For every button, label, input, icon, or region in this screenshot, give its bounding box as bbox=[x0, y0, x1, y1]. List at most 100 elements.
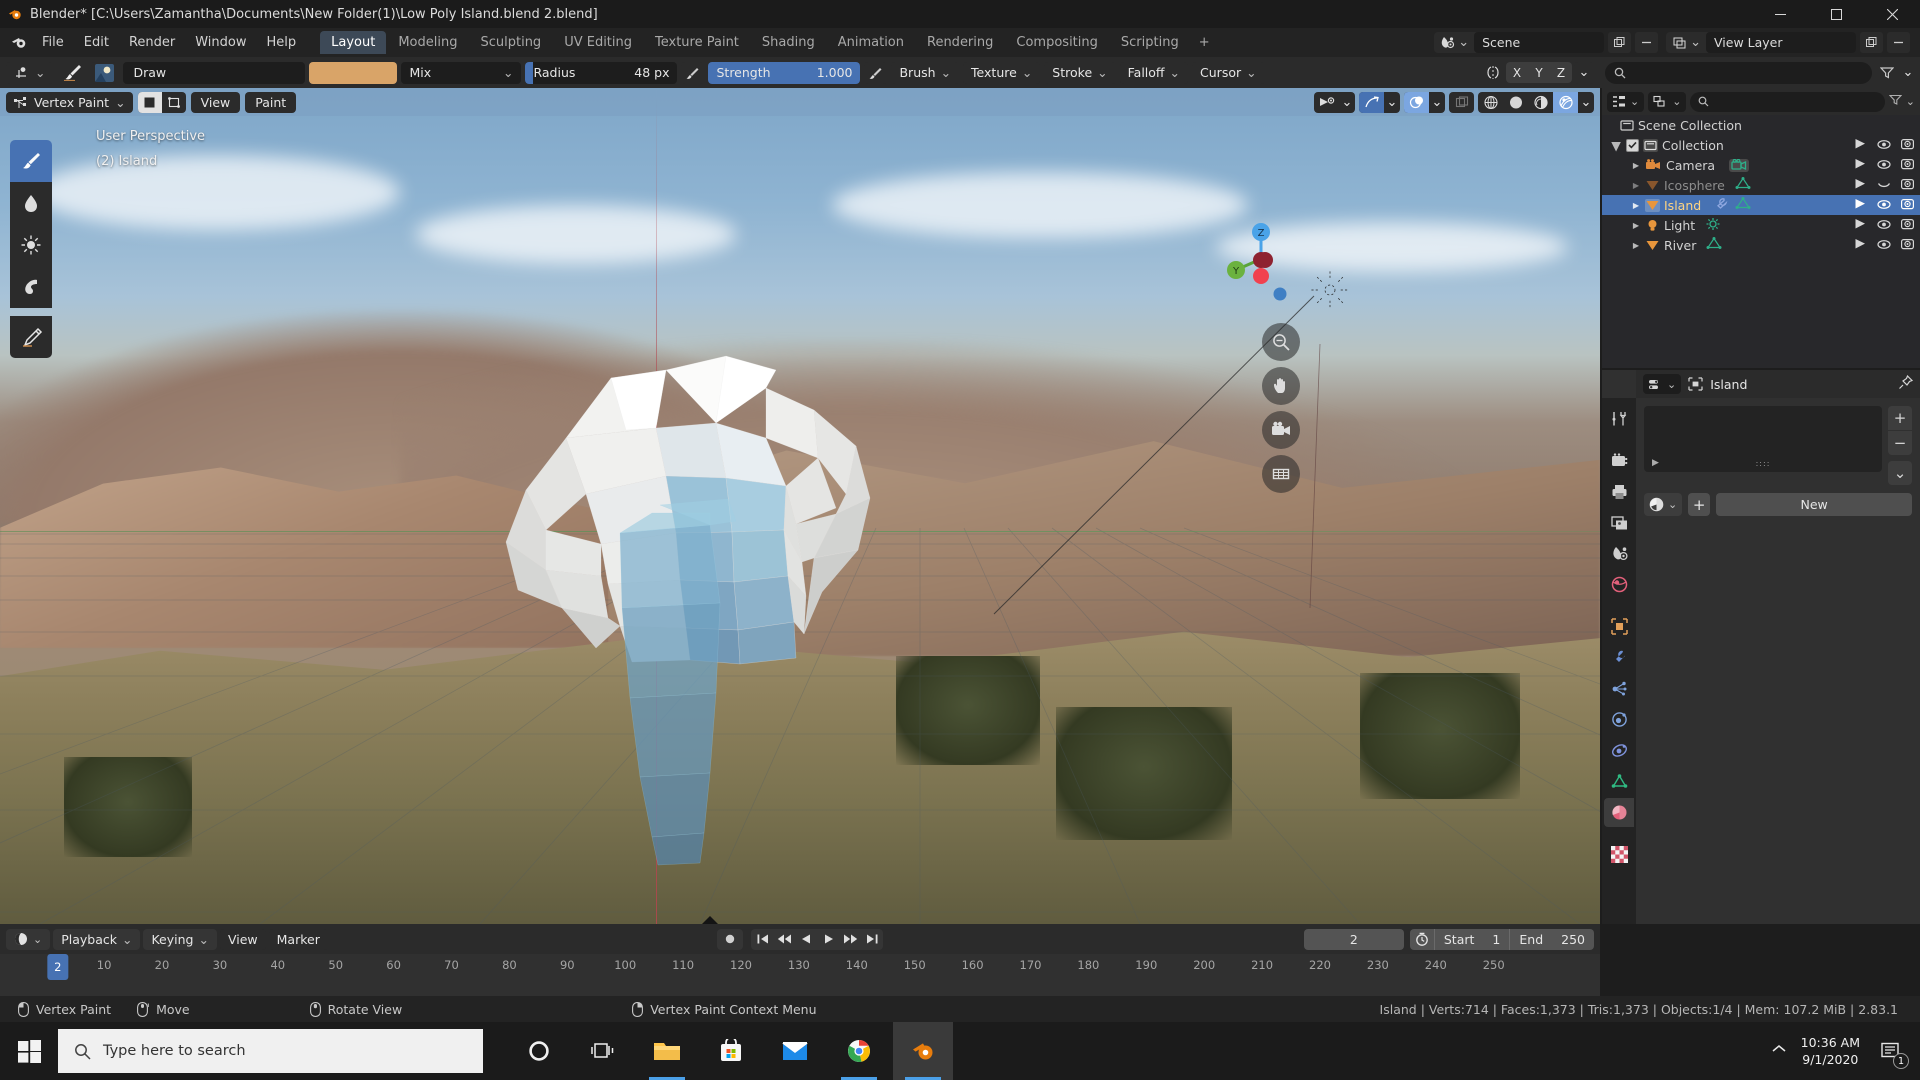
expand-triangle-icon[interactable]: ▶ bbox=[1630, 221, 1642, 230]
radius-pressure-toggle[interactable] bbox=[681, 61, 705, 84]
brush-thumbnail[interactable] bbox=[91, 61, 118, 84]
microsoft-store-icon[interactable] bbox=[701, 1022, 761, 1080]
modifier-icon[interactable] bbox=[1713, 197, 1729, 213]
properties-editor[interactable]: ⌄ Island ▶:::: + − ⌄ ⌄ + New bbox=[1602, 370, 1920, 924]
minimize-button[interactable] bbox=[1752, 0, 1808, 28]
chrome-icon[interactable] bbox=[829, 1022, 889, 1080]
tab-render[interactable] bbox=[1604, 446, 1634, 475]
tool-average-brush[interactable] bbox=[10, 224, 52, 266]
symmetry-axis-x[interactable]: X bbox=[1506, 62, 1528, 83]
use-preview-range-icon[interactable] bbox=[1410, 932, 1434, 946]
hide-in-viewport-icon[interactable] bbox=[1877, 238, 1891, 253]
expand-triangle-icon[interactable]: ▼ bbox=[1610, 138, 1622, 153]
file-explorer-icon[interactable] bbox=[637, 1022, 697, 1080]
view-layer-name-field[interactable]: View Layer bbox=[1706, 32, 1856, 53]
selectable-toggle-icon[interactable] bbox=[1854, 218, 1867, 233]
remove-scene-button[interactable] bbox=[1635, 32, 1659, 53]
timeline-view-menu[interactable]: View bbox=[219, 928, 266, 950]
show-overlays-icon[interactable] bbox=[1404, 91, 1429, 113]
hide-in-viewport-icon[interactable] bbox=[1877, 218, 1891, 233]
wireframe-shading-icon[interactable] bbox=[1478, 92, 1503, 113]
pin-id-icon[interactable] bbox=[1898, 374, 1914, 394]
outliner-filter-chevron-icon[interactable]: ⌄ bbox=[1906, 95, 1915, 108]
light-data-icon[interactable] bbox=[1705, 217, 1721, 234]
mesh-data-icon[interactable] bbox=[1706, 237, 1722, 253]
tab-view-layer[interactable] bbox=[1604, 508, 1634, 537]
remove-material-slot-button[interactable]: − bbox=[1888, 431, 1912, 455]
scene-selector[interactable]: ⌄ Scene bbox=[1434, 32, 1605, 53]
symmetry-icon[interactable] bbox=[1481, 62, 1504, 84]
outliner-row-light[interactable]: ▶ Light bbox=[1602, 215, 1920, 235]
add-workspace-button[interactable]: + bbox=[1191, 31, 1218, 54]
brush-icon[interactable] bbox=[57, 62, 87, 84]
mail-icon[interactable] bbox=[765, 1022, 825, 1080]
3d-viewport[interactable]: Vertex Paint ⌄ View Paint ⌄ ⌄ ⌄ ⌄ User P… bbox=[0, 88, 1600, 924]
outliner-row-camera[interactable]: ▶ Camera bbox=[1602, 155, 1920, 175]
hide-in-viewport-icon[interactable] bbox=[1877, 138, 1891, 153]
tool-draw-brush[interactable] bbox=[10, 140, 52, 182]
taskbar-search-input[interactable]: Type here to search bbox=[58, 1029, 483, 1073]
auto-keying-toggle[interactable] bbox=[717, 928, 743, 950]
cursor-menu[interactable]: Cursor ⌄ bbox=[1192, 61, 1265, 84]
workspace-tab-uv-editing[interactable]: UV Editing bbox=[553, 31, 643, 54]
mesh-data-icon[interactable] bbox=[1735, 197, 1751, 213]
light-gizmo[interactable] bbox=[1310, 270, 1350, 310]
workspace-tab-layout[interactable]: Layout bbox=[320, 31, 387, 54]
show-gizmo-icon[interactable] bbox=[1359, 91, 1384, 113]
tab-world[interactable] bbox=[1604, 570, 1634, 599]
tool-preset-selector[interactable]: ⌄ bbox=[6, 61, 54, 84]
properties-editor-type-selector[interactable]: ⌄ bbox=[1643, 374, 1682, 394]
tab-constraints[interactable] bbox=[1604, 736, 1634, 765]
toggle-orthographic-icon[interactable] bbox=[1262, 455, 1300, 493]
outliner-editor-type-selector[interactable]: ⌄ bbox=[1607, 91, 1645, 112]
current-frame-field[interactable]: 2 bbox=[1303, 928, 1404, 950]
outliner-search-input[interactable] bbox=[1690, 91, 1885, 112]
notification-center-icon[interactable]: 1 bbox=[1874, 1034, 1909, 1069]
outliner-row-river[interactable]: ▶ River bbox=[1602, 235, 1920, 255]
blender-logo-icon[interactable] bbox=[6, 35, 32, 50]
add-material-button[interactable]: + bbox=[1688, 493, 1711, 516]
scene-dropdown-chevron[interactable]: ⌄ bbox=[1458, 35, 1474, 50]
blend-mode-selector[interactable]: Mix ⌄ bbox=[401, 61, 522, 84]
zoom-view-icon[interactable] bbox=[1262, 323, 1300, 361]
menu-edit[interactable]: Edit bbox=[74, 32, 119, 53]
blender-icon[interactable] bbox=[893, 1022, 953, 1080]
list-expand-triangle-icon[interactable]: ▶ bbox=[1652, 458, 1659, 468]
hidden-in-viewport-icon[interactable] bbox=[1877, 178, 1891, 193]
face-select-mask-toggle[interactable] bbox=[137, 91, 162, 113]
tool-annotate[interactable] bbox=[10, 316, 52, 358]
mesh-data-icon[interactable] bbox=[1735, 177, 1751, 193]
start-button[interactable] bbox=[0, 1022, 58, 1080]
camera-gizmo[interactable] bbox=[660, 916, 760, 924]
hide-in-viewport-icon[interactable] bbox=[1877, 198, 1891, 213]
strength-slider[interactable]: Strength 1.000 bbox=[708, 61, 861, 84]
vertex-select-mask-toggle[interactable] bbox=[162, 92, 186, 113]
end-frame-field[interactable]: End 250 bbox=[1509, 928, 1594, 950]
tab-material[interactable] bbox=[1604, 798, 1634, 827]
disable-in-renders-icon[interactable] bbox=[1901, 178, 1915, 193]
workspace-tab-scripting[interactable]: Scripting bbox=[1110, 31, 1190, 54]
brush-color-swatch[interactable] bbox=[309, 61, 398, 84]
workspace-tab-modeling[interactable]: Modeling bbox=[387, 31, 468, 54]
tab-object-data[interactable] bbox=[1604, 767, 1634, 796]
selectable-toggle-icon[interactable] bbox=[1854, 138, 1867, 153]
visibility-chevron-icon[interactable]: ⌄ bbox=[1339, 92, 1355, 113]
disable-in-renders-icon[interactable] bbox=[1901, 138, 1915, 153]
menu-help[interactable]: Help bbox=[257, 32, 307, 53]
timeline-marker-menu[interactable]: Marker bbox=[268, 928, 328, 950]
workspace-tab-rendering[interactable]: Rendering bbox=[916, 31, 1004, 54]
taskbar-clock[interactable]: 10:36 AM 9/1/2020 bbox=[1801, 1034, 1860, 1068]
gizmo-chevron-icon[interactable]: ⌄ bbox=[1384, 92, 1400, 113]
shading-chevron-icon[interactable]: ⌄ bbox=[1578, 92, 1594, 113]
outliner-editor[interactable]: ⌄ ⌄ ⌄ Scene Collection ▼ Collection ▶ Ca… bbox=[1602, 88, 1920, 368]
play-button[interactable] bbox=[817, 929, 839, 950]
cortana-icon[interactable] bbox=[509, 1022, 569, 1080]
timeline-editor-type-selector[interactable]: ⌄ bbox=[6, 928, 51, 950]
timeline-playhead[interactable]: 2 bbox=[47, 954, 69, 980]
workspace-tab-compositing[interactable]: Compositing bbox=[1005, 31, 1109, 54]
tool-smear-brush[interactable] bbox=[10, 266, 52, 308]
disable-in-renders-icon[interactable] bbox=[1901, 158, 1915, 173]
tool-blur-brush[interactable] bbox=[10, 182, 52, 224]
toggle-xray-icon[interactable] bbox=[1449, 92, 1474, 113]
selectable-toggle-icon[interactable] bbox=[1854, 238, 1867, 253]
